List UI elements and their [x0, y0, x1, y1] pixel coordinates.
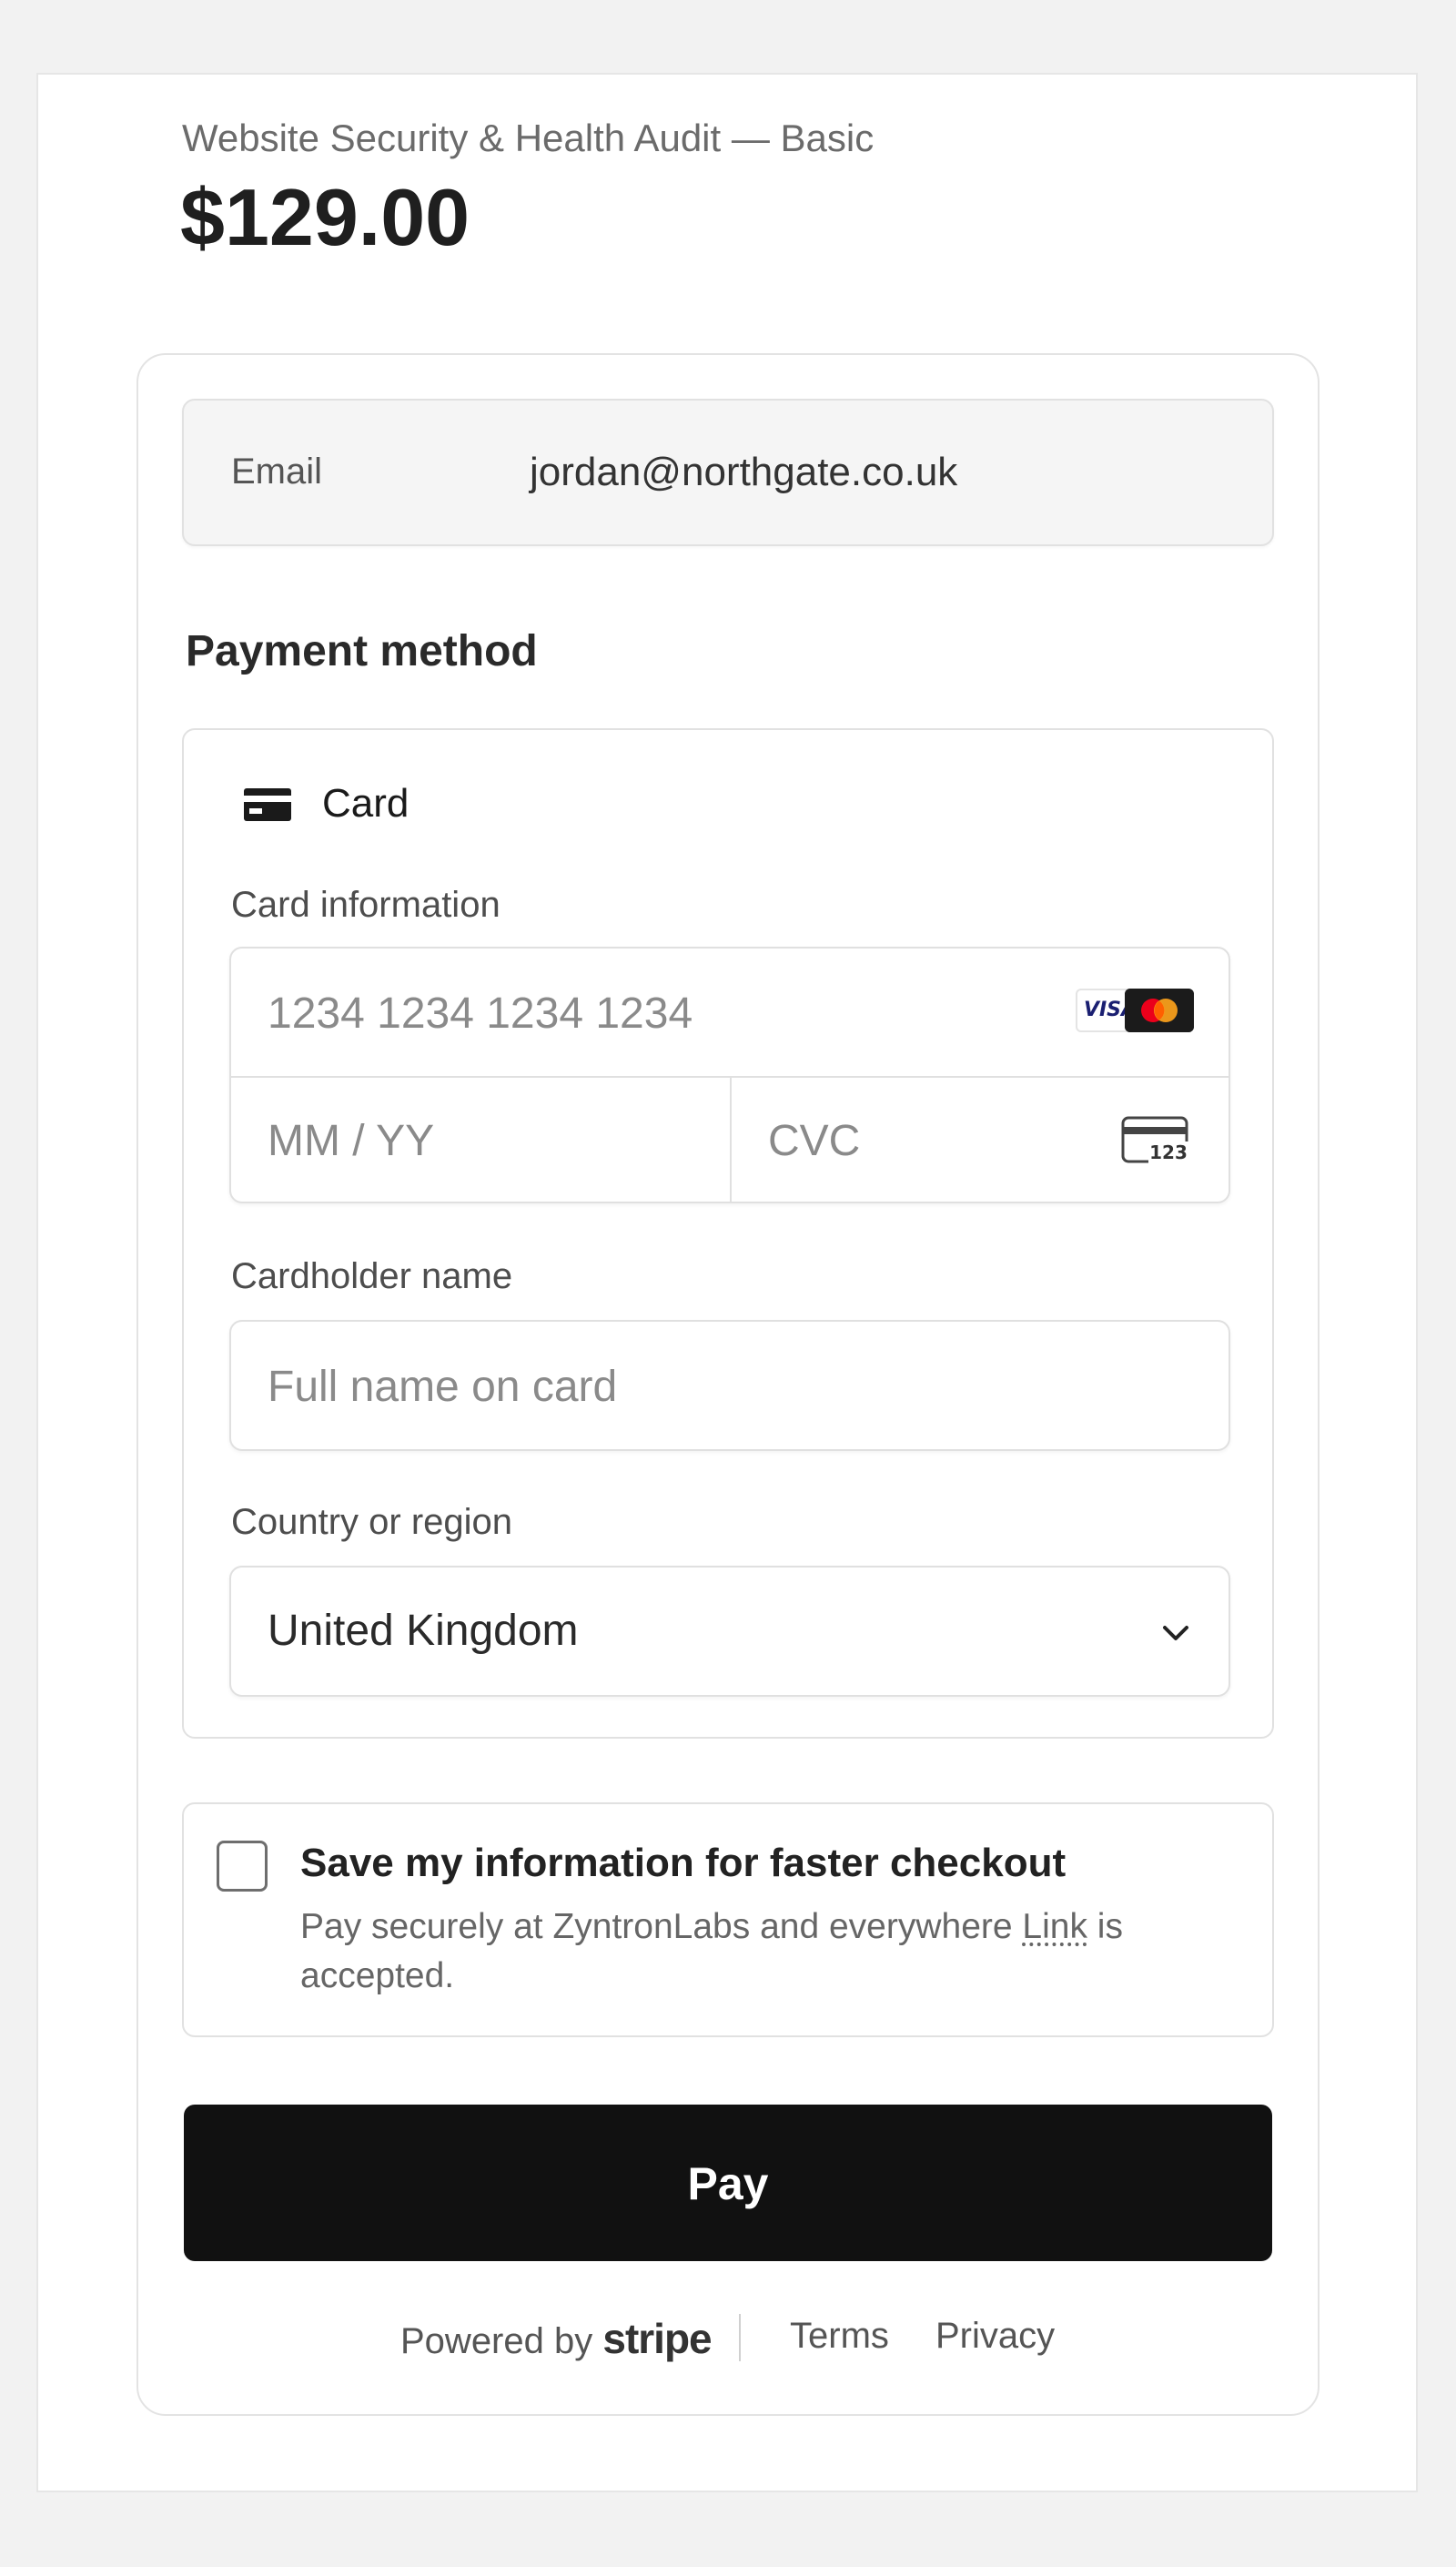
terms-link[interactable]: Terms — [790, 2316, 889, 2357]
expiry-placeholder: MM / YY — [268, 1117, 435, 1165]
save-info-box: Save my information for faster checkout … — [182, 1802, 1274, 2037]
footer: Powered by stripe Terms Privacy — [0, 2314, 1456, 2369]
link-info-link[interactable]: Link — [1022, 1907, 1087, 1946]
stripe-logo: stripe — [602, 2315, 712, 2362]
save-info-checkbox[interactable] — [217, 1841, 268, 1892]
privacy-link[interactable]: Privacy — [935, 2316, 1055, 2357]
product-price: $129.00 — [180, 172, 470, 262]
save-info-title: Save my information for faster checkout — [300, 1841, 1067, 1885]
pay-button[interactable]: Pay — [184, 2105, 1272, 2261]
credit-card-icon — [244, 788, 291, 821]
footer-divider — [739, 2314, 741, 2361]
mastercard-logo — [1125, 989, 1194, 1032]
email-value: jordan@northgate.co.uk — [530, 450, 958, 494]
cardholder-name-input[interactable]: Full name on card — [229, 1320, 1230, 1451]
card-info-label: Card information — [231, 885, 500, 925]
tab-card[interactable]: Card — [322, 781, 409, 827]
expiry-input[interactable]: MM / YY — [231, 1076, 732, 1203]
country-value: United Kingdom — [268, 1607, 579, 1655]
powered-by-text: Powered by — [400, 2321, 593, 2361]
country-label: Country or region — [231, 1502, 513, 1542]
cardholder-label: Cardholder name — [231, 1256, 513, 1296]
cvc-input[interactable]: CVC 123 — [732, 1076, 1230, 1203]
cvc-placeholder: CVC — [768, 1117, 861, 1165]
cardholder-placeholder: Full name on card — [268, 1363, 618, 1411]
powered-by-stripe[interactable]: Powered by stripe — [400, 2314, 713, 2363]
payment-method-box: Card Card information 1234 1234 1234 123… — [182, 728, 1274, 1739]
payment-method-title: Payment method — [186, 627, 538, 675]
card-number-input[interactable]: 1234 1234 1234 1234 VISA — [231, 949, 1228, 1078]
email-field[interactable]: Email jordan@northgate.co.uk — [182, 399, 1274, 546]
email-label: Email — [231, 452, 323, 492]
card-number-placeholder: 1234 1234 1234 1234 — [268, 989, 693, 1038]
save-info-desc-text: Pay securely at ZyntronLabs and everywhe… — [300, 1907, 1023, 1946]
product-name: Website Security & Health Audit — Basic — [182, 117, 875, 159]
country-select[interactable]: United Kingdom — [229, 1566, 1230, 1697]
save-info-description: Pay securely at ZyntronLabs and everywhe… — [300, 1902, 1247, 2001]
chevron-down-icon — [1163, 1626, 1188, 1640]
card-information-group: 1234 1234 1234 1234 VISA MM / YY CVC 123 — [229, 947, 1230, 1203]
cvc-card-icon: 123 — [1121, 1116, 1188, 1163]
svg-text:123: 123 — [1149, 1141, 1188, 1163]
